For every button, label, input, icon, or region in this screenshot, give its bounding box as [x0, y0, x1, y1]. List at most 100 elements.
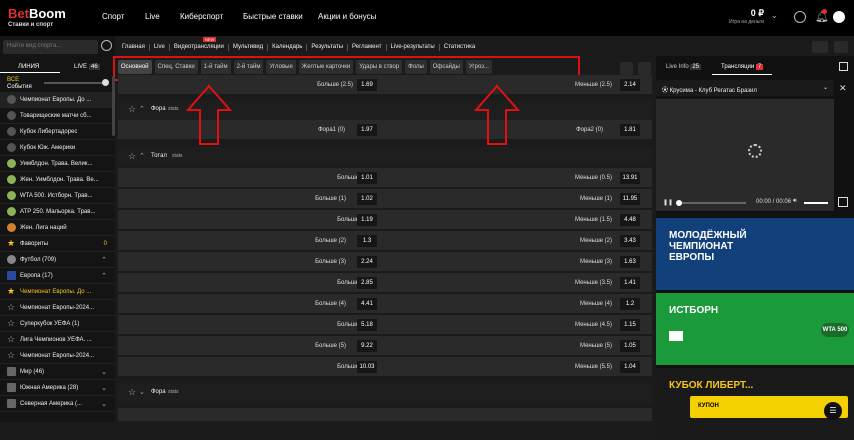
- odd-button[interactable]: 1.2: [620, 298, 640, 310]
- odd-button[interactable]: 1.3: [357, 235, 377, 247]
- subnav-live[interactable]: Live: [150, 43, 170, 51]
- subnav-stats[interactable]: Статистика: [440, 44, 480, 51]
- nav-sport[interactable]: Спорт: [102, 12, 125, 21]
- subnav-streams[interactable]: Видеотрансляции: [170, 43, 229, 51]
- fullscreen-icon[interactable]: [838, 197, 848, 207]
- filter-icon[interactable]: [638, 62, 651, 75]
- odd-button[interactable]: 2.14: [620, 79, 640, 91]
- pause-icon[interactable]: ❚❚: [663, 199, 673, 206]
- sidebar-favorites[interactable]: ★ Фавориты 0: [0, 236, 115, 252]
- odd-button[interactable]: 1.41: [620, 277, 640, 289]
- promo-banner[interactable]: МОЛОДЁЖНЫЙ ЧЕМПИОНАТ ЕВРОПЫ: [656, 218, 854, 290]
- tab-streams[interactable]: Трансляции 7: [721, 64, 764, 70]
- odd-button[interactable]: 4.41: [357, 298, 377, 310]
- odd-button[interactable]: 9.22: [357, 340, 377, 352]
- sidebar-item[interactable]: ATP 250. Мальорка. Трав...: [0, 204, 115, 220]
- sidebar-league[interactable]: ☆ Чемпионат Европы-2024...: [0, 348, 115, 364]
- odd-button[interactable]: 1.63: [620, 256, 640, 268]
- subnav-home[interactable]: Главная: [118, 43, 150, 51]
- tab-line[interactable]: ЛИНИЯ: [18, 64, 39, 70]
- odd-button[interactable]: 1.19: [357, 214, 377, 226]
- calculator-icon[interactable]: [834, 41, 848, 53]
- scrollbar[interactable]: [112, 76, 115, 136]
- progress-handle[interactable]: [676, 200, 682, 206]
- stats-icon[interactable]: stats: [168, 106, 179, 112]
- stats-icon[interactable]: stats: [168, 389, 179, 395]
- subnav-calendar[interactable]: Календарь: [268, 43, 308, 51]
- odd-button[interactable]: 1.69: [357, 79, 377, 91]
- odd-button[interactable]: 11.95: [620, 193, 640, 205]
- odd-button[interactable]: 1.01: [357, 172, 377, 184]
- all-events-toggle[interactable]: ВСЕ События: [7, 77, 32, 91]
- subnav-live-results[interactable]: Live-результаты: [387, 43, 440, 51]
- volume-icon[interactable]: 🔊︎: [793, 198, 797, 205]
- volume-slider[interactable]: [804, 202, 828, 204]
- match-select[interactable]: ⚽︎ Крусима - Клуб Регатас Бразил ⌄: [656, 80, 834, 96]
- stats-icon[interactable]: stats: [172, 153, 183, 159]
- odd-button[interactable]: 2.85: [357, 277, 377, 289]
- subnav-results[interactable]: Результаты: [307, 43, 349, 51]
- nav-fast-bets[interactable]: Быстрые ставки: [243, 12, 303, 21]
- sidebar-item[interactable]: Уимблдон. Трава. Велик...: [0, 156, 115, 172]
- history-icon[interactable]: [794, 11, 806, 23]
- sidebar-league[interactable]: ☆ Суперкубок УЕФА (1): [0, 316, 115, 332]
- time-slider-track[interactable]: [44, 82, 104, 84]
- nav-esports[interactable]: Киберспорт: [180, 12, 223, 21]
- odd-button[interactable]: 5.18: [357, 319, 377, 331]
- odd-button[interactable]: 1.15: [620, 319, 640, 331]
- sidebar-europe[interactable]: Европа (17) ⌃: [0, 268, 115, 284]
- odd-button[interactable]: 2.24: [357, 256, 377, 268]
- sidebar-item[interactable]: Товарищеские матчи сб...: [0, 108, 115, 124]
- market-group-header[interactable]: ☆ ⌄ Фора stats: [118, 383, 652, 403]
- logo[interactable]: BetBoom Ставки и спорт: [8, 6, 66, 28]
- sidebar-item[interactable]: Кубок Либертадорес: [0, 124, 115, 140]
- subnav-rules[interactable]: Регламент: [348, 43, 387, 51]
- fullscreen-icon[interactable]: [839, 62, 848, 71]
- search-input[interactable]: Найти вид спорта...: [3, 40, 98, 54]
- chat-icon[interactable]: ☰: [824, 402, 842, 420]
- time-slider-handle[interactable]: [102, 79, 109, 86]
- sidebar-world[interactable]: Мир (46) ⌄: [0, 364, 115, 380]
- balance[interactable]: 0 ₽ Игра на деньги: [718, 8, 764, 25]
- sidebar-item[interactable]: Чемпионат Европы. До ...: [0, 92, 115, 108]
- odd-button[interactable]: 10.03: [357, 361, 377, 373]
- promo-banner[interactable]: ИСТБОРН WTA 500: [656, 293, 854, 365]
- subnav-multiview[interactable]: Мультивид: [229, 43, 269, 51]
- sidebar-item[interactable]: Кубок Юж. Америки: [0, 140, 115, 156]
- sidebar-item[interactable]: WTA 500. Истборн. Трав...: [0, 188, 115, 204]
- nav-live[interactable]: Live: [145, 12, 160, 21]
- sidebar-league[interactable]: ☆ Чемпионат Европы-2024...: [0, 300, 115, 316]
- sidebar-south-america[interactable]: Южная Америка (28) ⌄: [0, 380, 115, 396]
- market-group-header[interactable]: ☆ ⌃ Тотал stats: [118, 147, 652, 167]
- sidebar-league[interactable]: ★ Чемпионат Европы. До ...: [0, 284, 115, 300]
- sidebar-football[interactable]: Футбол (709) ⌃: [0, 252, 115, 268]
- chevron-up-icon[interactable]: ⌃: [139, 152, 145, 160]
- sidebar-league[interactable]: ☆ Лига Чемпионов УЕФА. ...: [0, 332, 115, 348]
- tab-live-info[interactable]: Live Info 25: [666, 64, 702, 70]
- odd-button[interactable]: 4.48: [620, 214, 640, 226]
- history-icon[interactable]: [812, 41, 828, 53]
- star-outline-icon[interactable]: ☆: [128, 387, 136, 398]
- search-icon[interactable]: [620, 62, 633, 75]
- chevron-up-icon[interactable]: ⌃: [139, 105, 145, 113]
- odd-button[interactable]: 1.05: [620, 340, 640, 352]
- odd-button[interactable]: 3.43: [620, 235, 640, 247]
- tab-live[interactable]: LIVE 46: [74, 64, 100, 70]
- unpin-icon[interactable]: ✕: [839, 83, 847, 94]
- sidebar-item[interactable]: Жен. Лига наций: [0, 220, 115, 236]
- chevron-down-icon[interactable]: ⌄: [139, 388, 145, 396]
- star-outline-icon[interactable]: ☆: [128, 151, 136, 162]
- odd-button[interactable]: 1.81: [620, 124, 640, 136]
- odd-button[interactable]: 1.02: [357, 193, 377, 205]
- progress-bar[interactable]: [678, 202, 746, 204]
- odd-button[interactable]: 1.97: [357, 124, 377, 136]
- star-outline-icon[interactable]: ☆: [128, 104, 136, 115]
- odd-button[interactable]: 1.04: [620, 361, 640, 373]
- sidebar-north-america[interactable]: Северная Америка (... ⌄: [0, 396, 115, 412]
- chevron-down-icon[interactable]: ⌄: [771, 11, 778, 20]
- nav-promos[interactable]: Акции и бонусы: [318, 12, 376, 21]
- search-icon[interactable]: [101, 40, 112, 51]
- odd-button[interactable]: 13.91: [620, 172, 640, 184]
- user-icon[interactable]: [833, 11, 845, 23]
- sidebar-item[interactable]: Жен. Уимблдон. Трава. Ве...: [0, 172, 115, 188]
